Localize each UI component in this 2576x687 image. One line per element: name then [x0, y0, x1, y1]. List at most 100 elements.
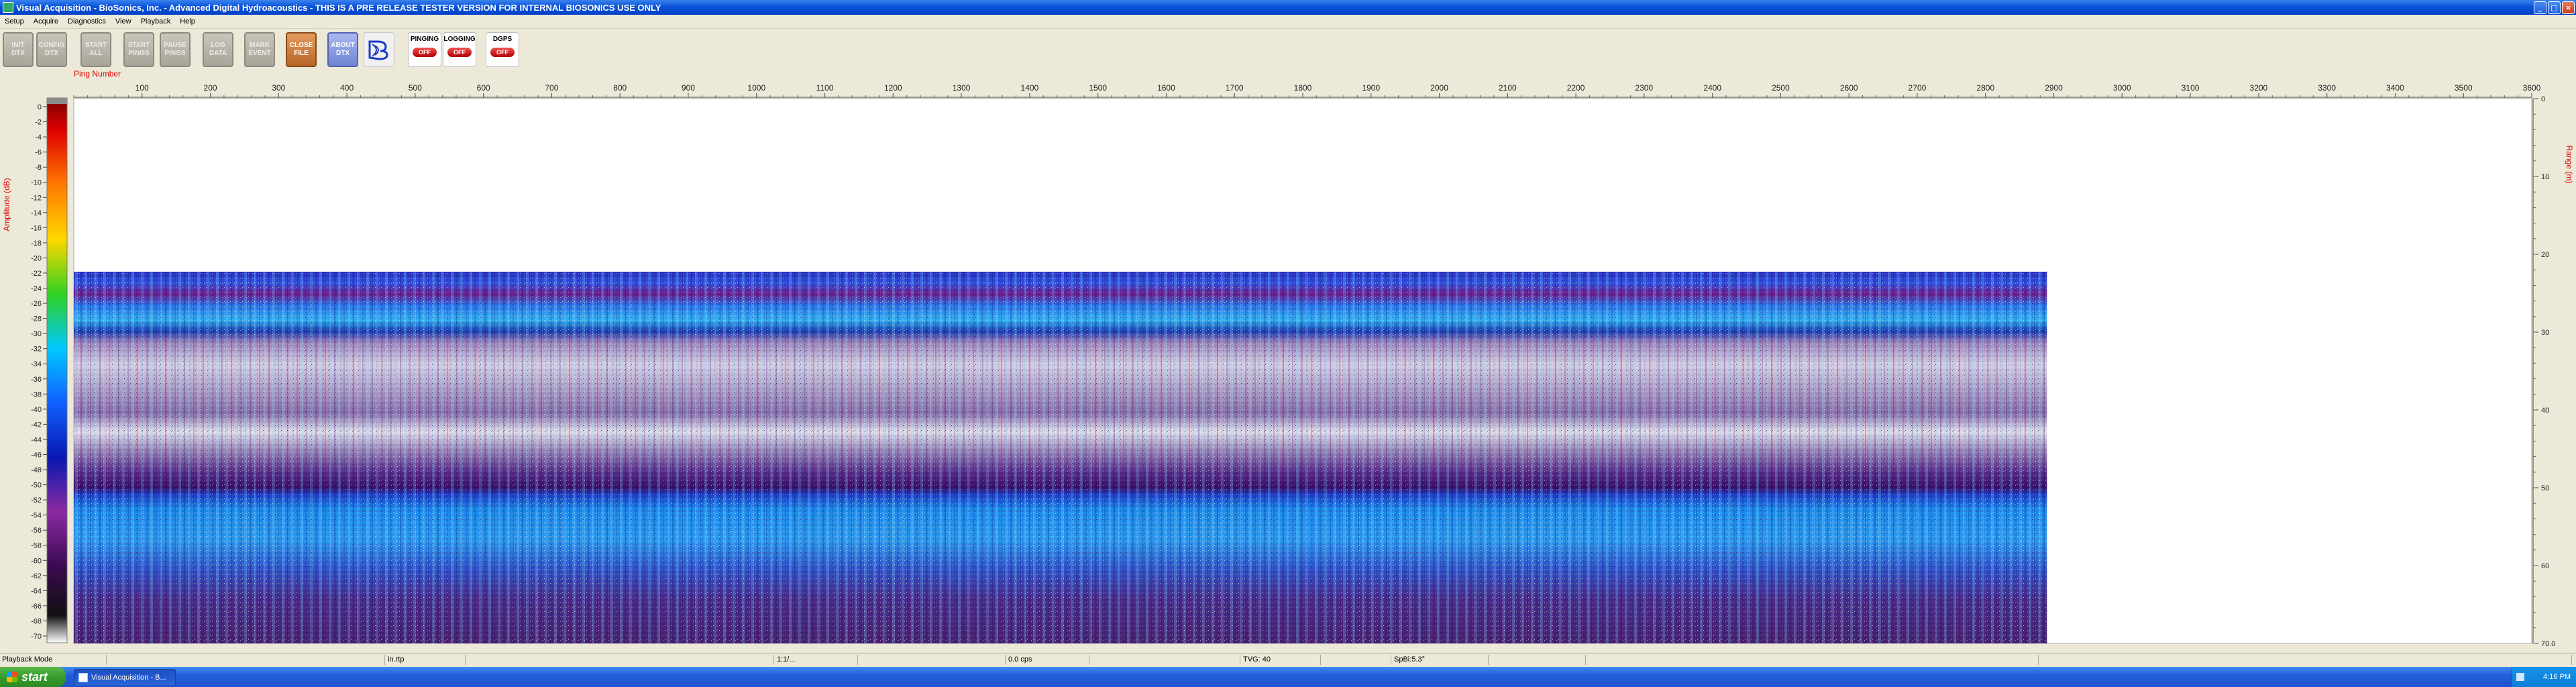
echogram-chart[interactable]: Amplitude (dB) 0 -2 -4 -6 -8 -10 -12 -14 -16 -18 -… [0, 70, 2576, 649]
taskbar-item-visual-acquisition[interactable]: Visual Acquisition - B... [74, 669, 176, 686]
amplitude-tick-label: -10 [31, 179, 42, 187]
amplitude-tick-label: -30 [31, 330, 42, 338]
x-tick-label: 1100 [816, 83, 834, 93]
range-tick-label: 50 [2541, 484, 2549, 492]
amplitude-tick-label: -44 [31, 436, 42, 444]
status-field-10 [1322, 655, 1391, 665]
x-tick-label: 3200 [2250, 83, 2268, 93]
amplitude-tick-label: -66 [31, 602, 42, 611]
x-tick-label: 1000 [747, 83, 765, 93]
x-tick-label: 3100 [2182, 83, 2200, 93]
status-field-13 [1587, 655, 2039, 665]
amplitude-tick-label: -14 [31, 209, 42, 217]
amplitude-tick-label: -70 [31, 633, 42, 641]
status-file: in.rtp [386, 655, 466, 665]
x-tick-label: 2200 [1567, 83, 1585, 93]
maximize-button[interactable]: □ [2548, 1, 2561, 14]
close-file-button[interactable]: CLOSE FILE [286, 32, 317, 67]
clock: 4:16 PM [2543, 673, 2571, 681]
amplitude-tick-label: -62 [31, 572, 42, 580]
range-tick-label: 0 [2541, 95, 2545, 103]
range-tick-label: 70.0 [2541, 640, 2555, 648]
dgps-off-toggle[interactable]: OFF [490, 48, 515, 57]
x-tick-label: 700 [545, 83, 558, 93]
amplitude-tick-label: -22 [31, 270, 42, 278]
status-field-6 [859, 655, 1006, 665]
x-tick-label: 800 [613, 83, 627, 93]
start-all-button[interactable]: START ALL [80, 32, 111, 67]
menu-diagnostics[interactable]: Diagnostics [63, 17, 111, 25]
x-tick-label: 3600 [2523, 83, 2541, 93]
close-button[interactable]: × [2562, 1, 2575, 14]
x-tick-label: 2800 [1976, 83, 1994, 93]
status-field-2 [107, 655, 385, 665]
amplitude-tick-label: -48 [31, 466, 42, 474]
range-axis-title: Range (m) [2565, 146, 2574, 184]
start-label: start [21, 670, 48, 684]
mark-event-button[interactable]: MARK EVENT [244, 32, 275, 67]
range-tick-label: 20 [2541, 251, 2549, 259]
x-tick-label: 1300 [953, 83, 971, 93]
menu-playback[interactable]: Playback [136, 17, 176, 25]
amplitude-tick-label: -20 [31, 254, 42, 262]
x-tick-label: 3400 [2386, 83, 2404, 93]
range-tick-label: 60 [2541, 562, 2549, 570]
status-field-14 [2039, 655, 2572, 665]
amplitude-tick-label: -42 [31, 421, 42, 429]
config-dtx-button[interactable]: CONFIG DTX [36, 32, 67, 67]
toolbar: INIT DTX CONFIG DTX START ALL START PING… [0, 29, 2576, 70]
amplitude-tick-label: -12 [31, 194, 42, 202]
logging-indicator[interactable]: LOGGING OFF [443, 32, 476, 67]
amplitude-tick-label: -52 [31, 496, 42, 505]
start-pings-button[interactable]: START PINGS [123, 32, 154, 67]
x-tick-label: 500 [409, 83, 422, 93]
x-tick-label: 2600 [1840, 83, 1858, 93]
amplitude-tick-label: -38 [31, 390, 42, 399]
x-tick-label: 2100 [1499, 83, 1517, 93]
amplitude-tick-label: -68 [31, 617, 42, 625]
menu-setup[interactable]: Setup [0, 17, 29, 25]
amplitude-tick-label: -60 [31, 557, 42, 565]
menu-help[interactable]: Help [175, 17, 200, 25]
amplitude-tick-label: -4 [35, 134, 42, 142]
amplitude-tick-label: -54 [31, 512, 42, 520]
amplitude-tick-label: -58 [31, 542, 42, 550]
pinging-indicator[interactable]: PINGING OFF [408, 32, 441, 67]
init-dtx-button[interactable]: INIT DTX [3, 32, 34, 67]
x-tick-label: 1700 [1226, 83, 1244, 93]
amplitude-tick-label: -36 [31, 376, 42, 384]
menu-acquire[interactable]: Acquire [29, 17, 63, 25]
status-field-8 [1090, 655, 1240, 665]
amplitude-tick-label: -40 [31, 406, 42, 414]
amplitude-tick-label: -8 [35, 164, 42, 172]
taskbar-item-label: Visual Acquisition - B... [91, 674, 166, 682]
amplitude-colorbar [46, 97, 68, 643]
amplitude-tick-label: -34 [31, 360, 42, 368]
amplitude-tick-label: -26 [31, 300, 42, 308]
pinging-off-toggle[interactable]: OFF [413, 48, 437, 57]
logging-off-toggle[interactable]: OFF [447, 48, 472, 57]
range-tick-label: 10 [2541, 173, 2549, 181]
x-tick-label: 900 [682, 83, 695, 93]
start-button[interactable]: start [0, 667, 66, 687]
network-icon[interactable] [2516, 673, 2524, 681]
x-tick-label: 1200 [884, 83, 902, 93]
biosonics-logo-icon [364, 32, 394, 67]
status-ratio: 1:1/... [775, 655, 858, 665]
logging-label: LOGGING [443, 36, 476, 43]
about-dtx-button[interactable]: ABOUT DTX [327, 32, 358, 67]
pinging-label: PINGING [410, 36, 439, 43]
x-tick-label: 3500 [2455, 83, 2473, 93]
menu-view[interactable]: View [111, 17, 136, 25]
amplitude-axis-title: Amplitude (dB) [2, 178, 11, 231]
app-window-icon [78, 673, 88, 682]
minimize-button[interactable]: _ [2534, 1, 2546, 14]
dgps-label: DGPS [492, 36, 513, 43]
status-field-4 [466, 655, 774, 665]
x-tick-label: 3000 [2113, 83, 2131, 93]
pause-pings-button[interactable]: PAUSE PINGS [160, 32, 191, 67]
dgps-indicator[interactable]: DGPS OFF [486, 32, 519, 67]
log-data-button[interactable]: LOG DATA [203, 32, 233, 67]
window-title-bar[interactable]: Visual Acquisition - BioSonics, Inc. - A… [0, 0, 2576, 15]
range-tick-label: 30 [2541, 329, 2549, 337]
